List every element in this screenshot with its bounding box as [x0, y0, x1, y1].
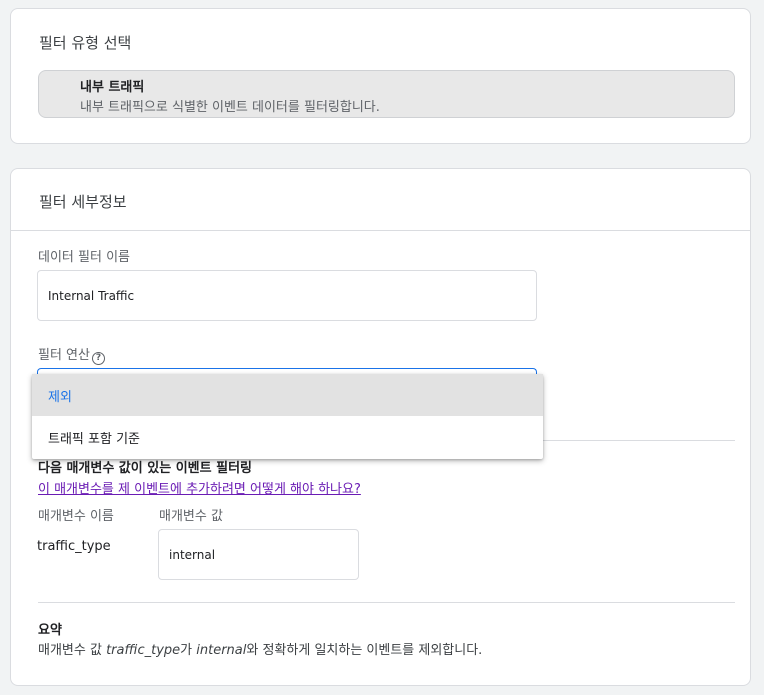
dropdown-option-exclude[interactable]: 제외 — [32, 374, 543, 416]
filter-type-title: 필터 유형 선택 — [39, 34, 132, 52]
param-value-label: 매개변수 값 — [159, 509, 223, 524]
param-name: traffic_type — [37, 539, 111, 554]
help-icon[interactable]: ? — [91, 352, 105, 365]
filter-name-value: Internal Traffic — [48, 288, 135, 303]
summary-divider — [38, 602, 735, 603]
filter-operation-label-text: 필터 연산 — [38, 348, 90, 363]
help-link[interactable]: 이 매개변수를 제 이벤트에 추가하려면 어떻게 해야 하나요? — [38, 478, 361, 497]
param-name-label: 매개변수 이름 — [38, 509, 114, 524]
filter-name-input[interactable]: Internal Traffic — [37, 270, 537, 321]
summary-text: 매개변수 값 traffic_type가 internal와 정확하게 일치하는… — [38, 639, 482, 658]
operation-dropdown-menu: 제외 트래픽 포함 기준 — [32, 374, 543, 459]
filter-type-card: 필터 유형 선택 내부 트래픽 내부 트래픽으로 식별한 이벤트 데이터를 필터… — [10, 8, 751, 144]
filter-details-title: 필터 세부정보 — [39, 193, 127, 211]
header-divider — [11, 230, 750, 231]
summary-heading: 요약 — [38, 623, 62, 638]
param-value: internal — [169, 547, 216, 562]
option-description: 내부 트래픽으로 식별한 이벤트 데이터를 필터링합니다. — [80, 100, 380, 115]
summary-mid: 가 — [180, 643, 197, 658]
params-heading: 다음 매개변수 값이 있는 이벤트 필터링 — [38, 461, 252, 476]
param-value-input[interactable]: internal — [158, 529, 359, 580]
summary-prefix: 매개변수 값 — [38, 643, 107, 658]
option-name: 내부 트래픽 — [80, 80, 145, 95]
summary-value: internal — [196, 643, 247, 658]
internal-traffic-option[interactable]: 내부 트래픽 내부 트래픽으로 식별한 이벤트 데이터를 필터링합니다. — [38, 70, 735, 118]
filter-name-label: 데이터 필터 이름 — [38, 250, 130, 265]
summary-param: traffic_type — [106, 643, 181, 658]
summary-suffix: 와 정확하게 일치하는 이벤트를 제외합니다. — [246, 643, 483, 658]
filter-operation-label: 필터 연산? — [38, 344, 105, 365]
dropdown-option-include[interactable]: 트래픽 포함 기준 — [32, 416, 543, 458]
